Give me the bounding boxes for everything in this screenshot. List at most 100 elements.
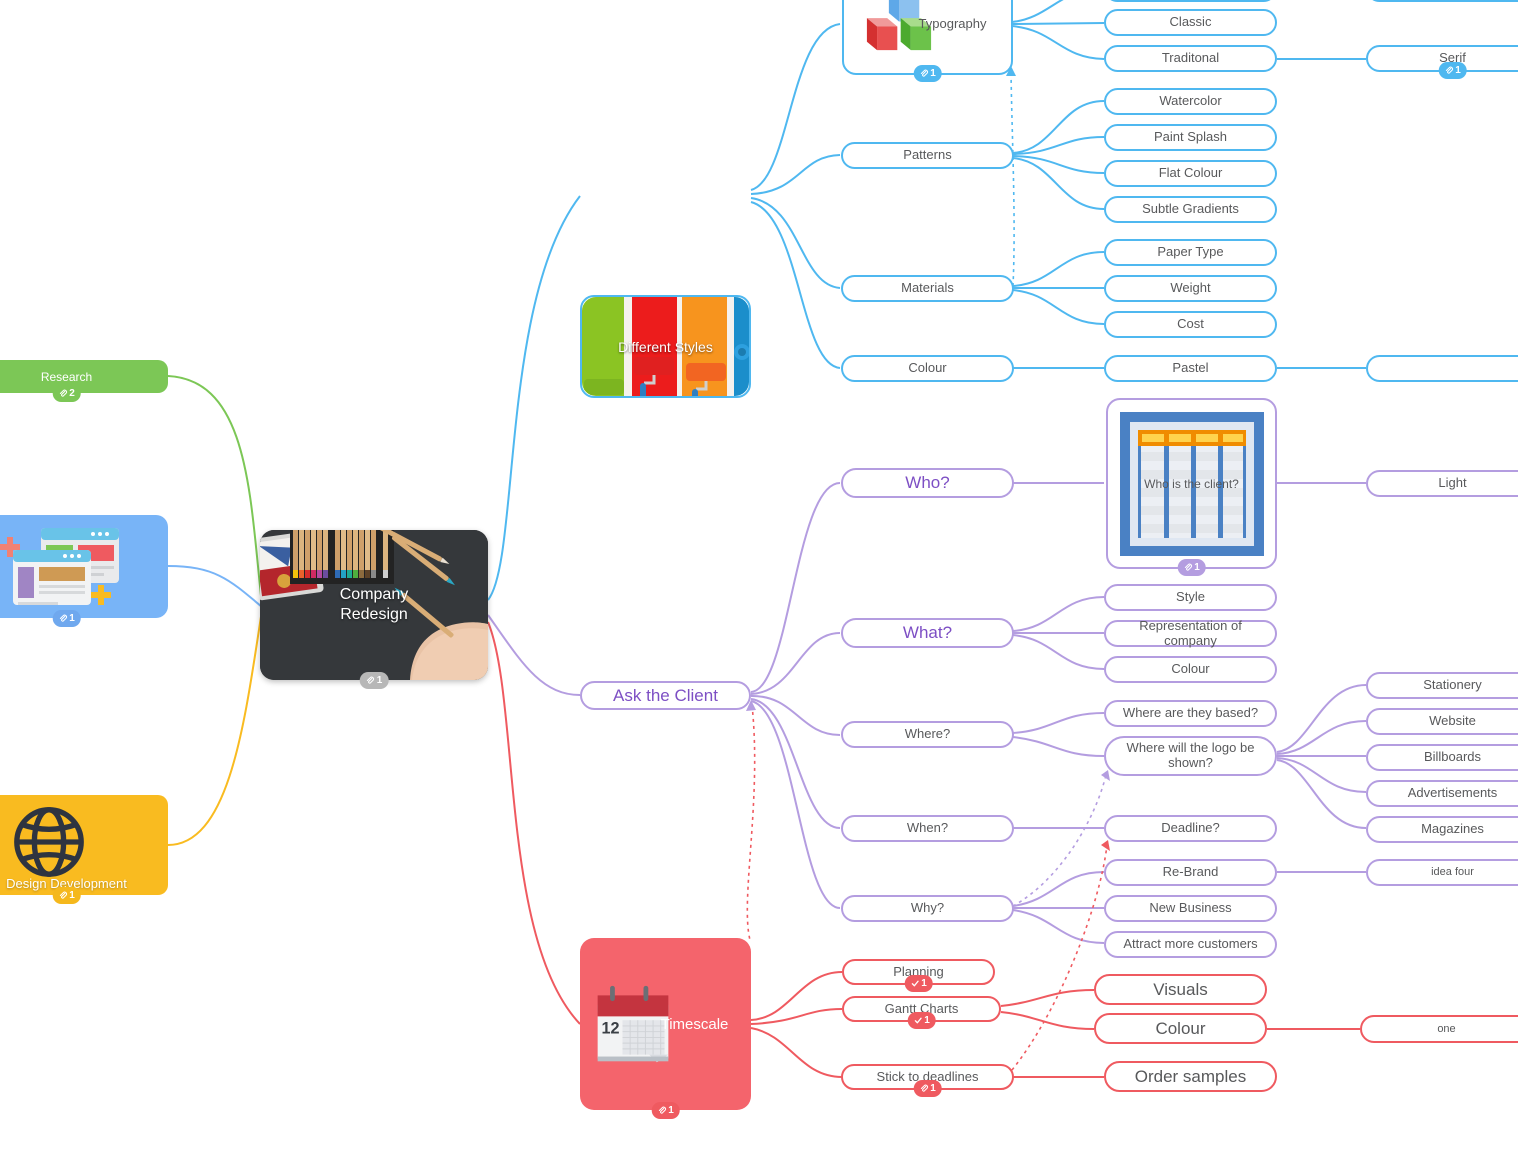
svg-text:12: 12	[601, 1020, 619, 1038]
node-billboards[interactable]: Billboards	[1366, 744, 1518, 771]
branch-node-timescale[interactable]: 12 Timescale 1	[580, 938, 751, 1119]
node-stationery[interactable]: Stationery	[1366, 672, 1518, 699]
badge-count: 1	[69, 890, 75, 901]
node-magazines[interactable]: Magazines	[1366, 816, 1518, 843]
node-label: Traditonal	[1161, 50, 1220, 66]
node-label: Visuals	[1153, 979, 1208, 999]
node-label: Subtle Gradients	[1142, 201, 1239, 217]
node-label: Billboards	[1423, 749, 1482, 765]
node-watercolor[interactable]: Watercolor	[1104, 88, 1277, 115]
node-label: Order samples	[1134, 1066, 1247, 1086]
node-label: Paint Splash	[1154, 129, 1227, 145]
badge-count: 1	[668, 1105, 674, 1116]
attachment-icon	[366, 676, 374, 684]
node-who-is-the-client[interactable]: Who is the client? 1	[1106, 398, 1277, 576]
check-badge[interactable]: 1	[907, 1012, 936, 1029]
node-gantt-charts[interactable]: Gantt Charts 1	[842, 996, 1001, 1029]
node-label: When?	[906, 820, 949, 836]
node-typography-child-empty[interactable]	[1104, 0, 1277, 2]
node-flat-colour[interactable]: Flat Colour	[1104, 160, 1277, 187]
check-badge[interactable]: 1	[904, 975, 933, 992]
node-what[interactable]: What?	[841, 618, 1014, 648]
node-why[interactable]: Why?	[841, 895, 1014, 922]
node-typography-grandchild-empty[interactable]	[1366, 0, 1518, 2]
node-when[interactable]: When?	[841, 815, 1014, 842]
node-idea-four[interactable]: idea four	[1366, 859, 1518, 886]
attachment-icon	[59, 389, 67, 397]
node-patterns[interactable]: Patterns	[841, 142, 1014, 169]
globe-icon	[14, 807, 84, 877]
node-serif[interactable]: Serif 1	[1366, 45, 1518, 79]
attachment-badge[interactable]: 1	[651, 1102, 680, 1119]
node-label: Website	[1429, 713, 1476, 729]
node-deadline[interactable]: Deadline?	[1104, 815, 1277, 842]
node-label: Typography	[918, 16, 987, 31]
attachment-badge[interactable]: 1	[1438, 62, 1467, 79]
node-pastel-child-empty[interactable]	[1366, 355, 1518, 382]
node-order-samples[interactable]: Order samples	[1104, 1061, 1277, 1092]
node-attract-more-customers[interactable]: Attract more customers	[1104, 931, 1277, 958]
badge-count: 1	[69, 613, 75, 624]
attachment-badge[interactable]: 1	[913, 1080, 942, 1097]
node-label: Deadline?	[1161, 820, 1220, 836]
central-node-company-redesign[interactable]: Company Redesign 1	[260, 530, 488, 689]
node-traditonal[interactable]: Traditonal	[1104, 45, 1277, 72]
node-label: Where?	[904, 726, 951, 742]
node-cost[interactable]: Cost	[1104, 311, 1277, 338]
connector-lines	[167, 0, 1367, 1078]
node-paper-type[interactable]: Paper Type	[1104, 239, 1277, 266]
node-label: Paper Type	[1157, 244, 1224, 260]
node-pastel[interactable]: Pastel	[1104, 355, 1277, 382]
node-label: Classic	[1169, 14, 1212, 30]
node-label: Colour	[908, 360, 947, 376]
central-label-line1: Company	[339, 586, 409, 603]
node-colour-client[interactable]: Colour	[1104, 656, 1277, 683]
branch-node-research[interactable]: Research 2	[0, 360, 168, 402]
branch-node-different-styles[interactable]: Different Styles	[580, 295, 751, 398]
node-typography[interactable]: Typography 1	[842, 0, 1013, 82]
node-label: Colour	[1171, 661, 1210, 677]
node-visuals[interactable]: Visuals	[1094, 974, 1267, 1005]
node-label: Ask the Client	[613, 685, 718, 705]
badge-count: 1	[376, 675, 383, 686]
branch-node-wireframes[interactable]: 1	[0, 515, 168, 627]
mindmap-canvas[interactable]: Research 2 1 Design Development 1 Compan…	[0, 0, 1518, 1150]
node-label: Research	[40, 369, 93, 384]
attachment-badge[interactable]: 1	[1177, 559, 1206, 576]
node-label: Why?	[910, 900, 945, 916]
branch-node-ask-the-client[interactable]: Ask the Client	[580, 681, 751, 710]
node-who[interactable]: Who?	[841, 468, 1014, 498]
node-subtle-gradients[interactable]: Subtle Gradients	[1104, 196, 1277, 223]
node-style[interactable]: Style	[1104, 584, 1277, 611]
node-representation-of-company[interactable]: Representation of company	[1104, 618, 1277, 647]
wireframe-icon	[0, 528, 119, 605]
node-light[interactable]: Light	[1366, 470, 1518, 497]
node-classic[interactable]: Classic	[1104, 9, 1277, 36]
node-planning[interactable]: Planning 1	[842, 959, 995, 992]
branch-node-design-development[interactable]: Design Development 1	[0, 795, 168, 904]
node-label: Stationery	[1423, 677, 1482, 693]
attachment-badge[interactable]: 1	[52, 610, 81, 627]
node-materials[interactable]: Materials	[841, 275, 1014, 302]
node-where-are-they-based[interactable]: Where are they based?	[1104, 700, 1277, 727]
node-new-business[interactable]: New Business	[1104, 895, 1277, 922]
attachment-badge[interactable]: 1	[359, 672, 389, 689]
node-weight[interactable]: Weight	[1104, 275, 1277, 302]
node-website[interactable]: Website	[1366, 708, 1518, 735]
attachment-badge[interactable]: 1	[52, 887, 81, 904]
node-colour-timescale[interactable]: Colour	[1094, 1013, 1267, 1044]
node-colour-styles[interactable]: Colour	[841, 355, 1014, 382]
node-where[interactable]: Where?	[841, 721, 1014, 748]
node-stick-to-deadlines[interactable]: Stick to deadlines 1	[841, 1064, 1014, 1097]
node-label: Advertisements	[1407, 785, 1498, 801]
attachment-badge[interactable]: 2	[52, 385, 81, 402]
node-paint-splash[interactable]: Paint Splash	[1104, 124, 1277, 151]
node-re-brand[interactable]: Re-Brand	[1104, 859, 1277, 886]
badge-count: 1	[930, 68, 936, 79]
attachment-badge[interactable]: 1	[913, 65, 942, 82]
node-where-will-the-logo-be-shown[interactable]: Where will the logo be shown?	[1104, 736, 1277, 776]
node-one[interactable]: one	[1360, 1015, 1518, 1043]
node-advertisements[interactable]: Advertisements	[1366, 780, 1518, 807]
node-label: Attract more customers	[1123, 936, 1258, 952]
badge-count: 2	[69, 388, 75, 399]
